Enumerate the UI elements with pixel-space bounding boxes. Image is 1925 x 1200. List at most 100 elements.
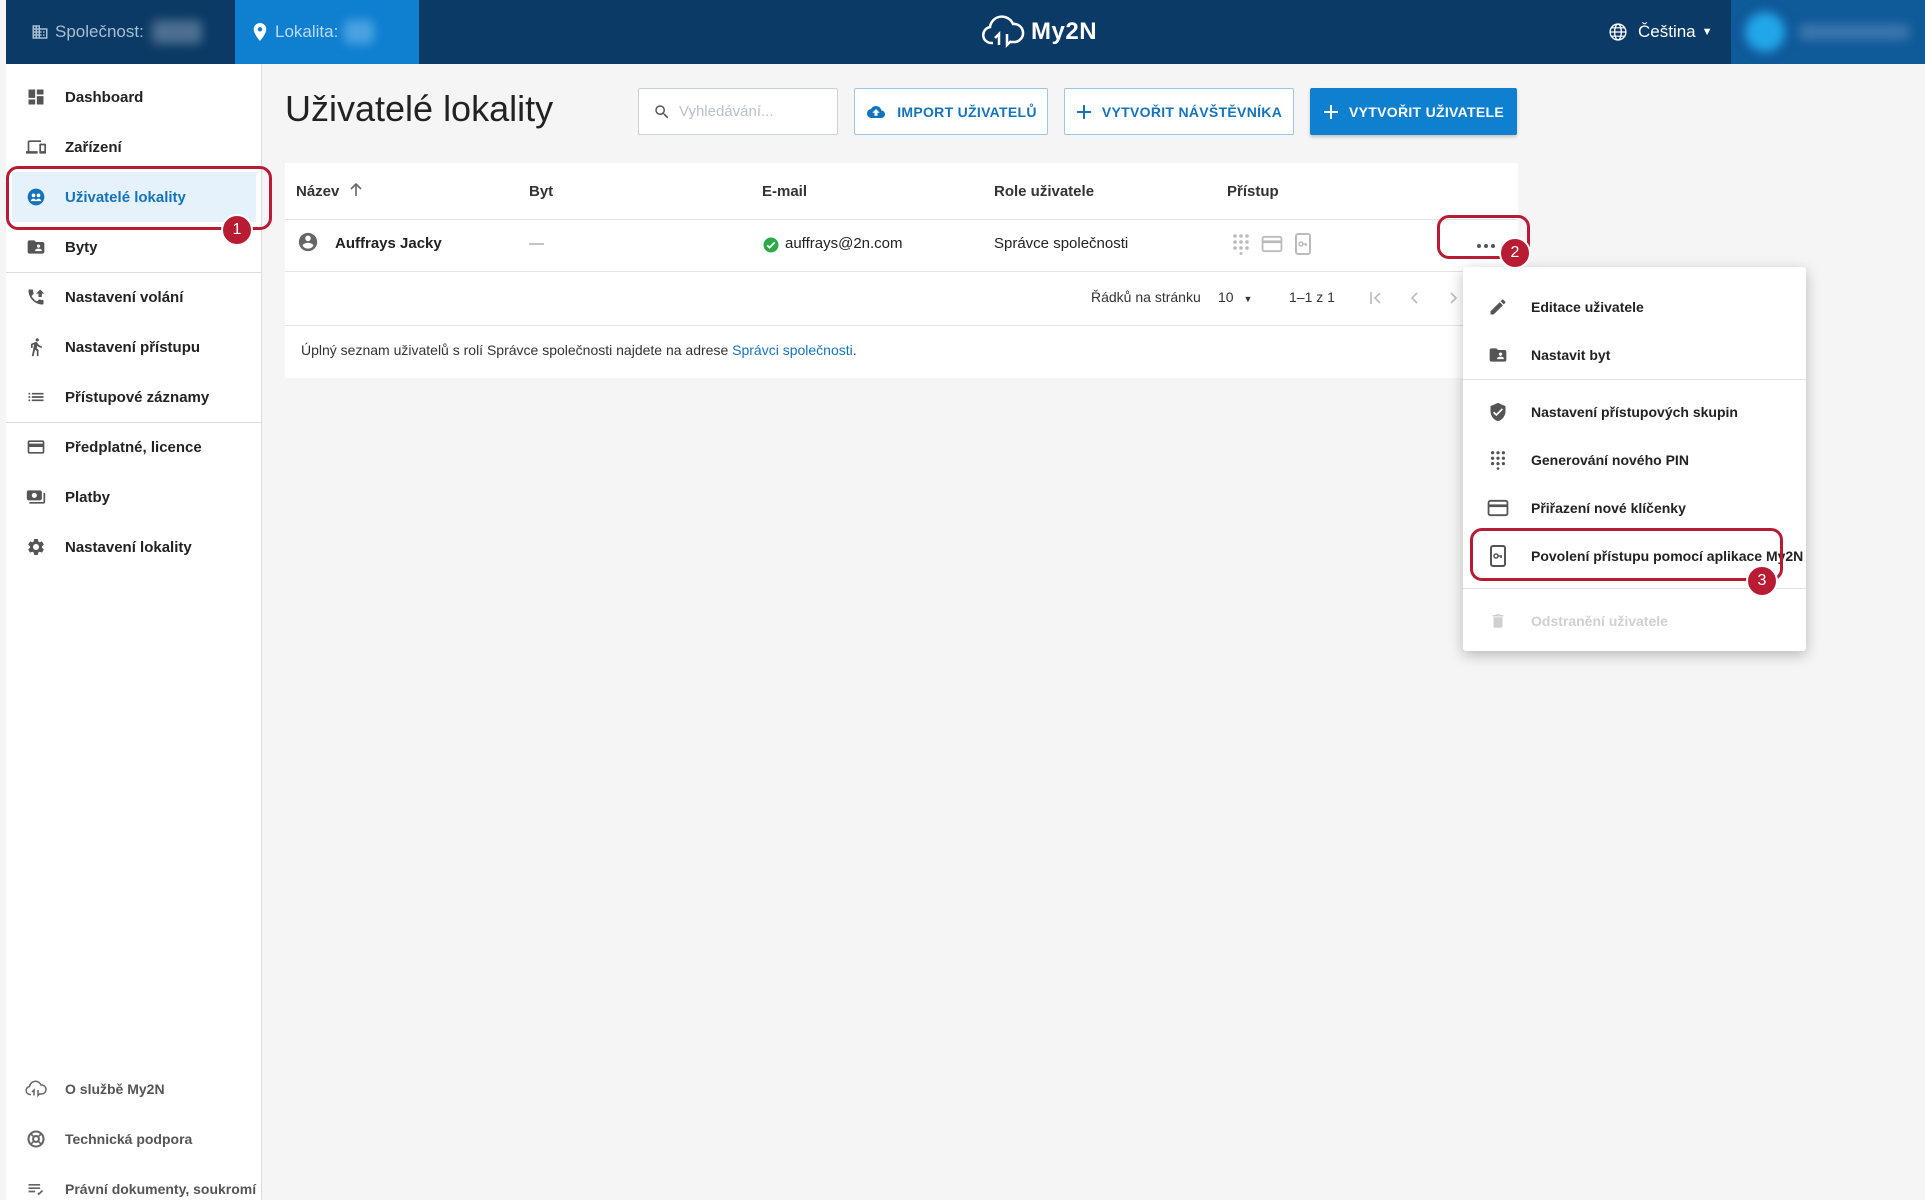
step-badge-1: 1 [221, 214, 253, 246]
company-selector[interactable]: Společnost: [6, 0, 235, 64]
sidebar-item-site-settings[interactable]: Nastavení lokality [6, 522, 262, 572]
call-settings-icon [25, 286, 47, 308]
sidebar-item-devices[interactable]: Zařízení [6, 122, 262, 172]
menu-item-edit-user[interactable]: Editace uživatele [1463, 283, 1806, 331]
column-header-name[interactable]: Název [296, 182, 362, 201]
search-icon [653, 103, 671, 121]
language-selector[interactable]: Čeština ▼ [1608, 0, 1713, 64]
sidebar-item-payments[interactable]: Platby [6, 472, 262, 522]
note-text: Úplný seznam uživatelů s rolí Správce sp… [301, 342, 733, 358]
card-icon [1487, 497, 1509, 519]
payments-icon [25, 486, 47, 508]
globe-icon [1608, 22, 1628, 42]
column-header-apartment[interactable]: Byt [529, 183, 553, 200]
menu-item-label: Odstranění uživatele [1531, 613, 1668, 629]
company-admins-link[interactable]: Správci společnosti [732, 342, 853, 358]
step-badge-2: 2 [1499, 237, 1531, 269]
menu-item-delete-user: Odstranění uživatele [1463, 597, 1806, 645]
create-visitor-label: VYTVOŘIT NÁVŠTĚVNÍKA [1101, 103, 1283, 120]
highlight-my2n-app-access [1470, 528, 1783, 581]
device-icon [25, 136, 47, 158]
access-log-icon [25, 386, 47, 408]
mobile-key-icon [1294, 233, 1312, 260]
user-avatar-icon [297, 231, 319, 258]
location-name-blurred [344, 20, 375, 44]
sidebar-item-about[interactable]: O službě My2N [6, 1064, 262, 1114]
pagination-range: 1–1 z 1 [1289, 289, 1335, 305]
sidebar-item-label: Technická podpora [65, 1131, 193, 1147]
sidebar-item-label: Předplatné, licence [65, 438, 202, 456]
users-table: Název Byt E-mail Role uživatele Přístup … [285, 163, 1518, 378]
sidebar-item-label: Nastavení lokality [65, 538, 192, 556]
column-header-access: Přístup [1227, 183, 1279, 200]
chevron-down-icon: ▼ [1701, 26, 1713, 38]
sidebar-item-label: Platby [65, 488, 111, 506]
gear-icon [25, 536, 47, 558]
sidebar-item-access-settings[interactable]: Nastavení přístupu [6, 322, 262, 372]
check-circle-icon [762, 236, 780, 259]
plus-icon [1323, 104, 1339, 120]
location-selector[interactable]: Lokalita: [235, 0, 419, 64]
note-end: . [852, 342, 857, 358]
sidebar-item-label: Nastavení volání [65, 288, 184, 306]
plus-icon [1076, 104, 1092, 120]
next-page-icon[interactable] [1445, 290, 1461, 311]
sidebar-item-support[interactable]: Technická podpora [6, 1114, 262, 1164]
divider [285, 325, 1518, 326]
rows-per-page-select[interactable]: 10 ▼ [1218, 289, 1252, 305]
previous-page-icon[interactable] [1407, 290, 1423, 311]
logo-text: My2N [1031, 18, 1098, 45]
subscription-icon [25, 436, 47, 458]
sidebar-item-access-log[interactable]: Přístupové záznamy [6, 372, 262, 422]
rows-per-page-label: Řádků na stránku [1091, 289, 1201, 305]
avatar [1745, 12, 1785, 52]
sidebar-item-subscription[interactable]: Předplatné, licence [6, 422, 262, 472]
search-box[interactable] [638, 88, 838, 135]
shield-icon [1487, 401, 1509, 423]
sidebar-item-dashboard[interactable]: Dashboard [6, 72, 262, 122]
menu-item-set-apartment[interactable]: Nastavit byt [1463, 331, 1806, 379]
sidebar-item-label: Nastavení přístupu [65, 338, 201, 356]
sort-arrow-up-icon [349, 182, 362, 201]
legal-icon [25, 1178, 47, 1200]
menu-item-assign-keyfob[interactable]: Přiřazení nové klíčenky [1463, 484, 1806, 532]
user-name[interactable]: Auffrays Jacky [335, 235, 442, 252]
page-title: Uživatelé lokality [285, 88, 554, 129]
search-input[interactable] [679, 103, 829, 120]
cloud-logo-icon [981, 15, 1025, 49]
create-user-label: VYTVOŘIT UŽIVATELE [1349, 103, 1504, 120]
sidebar-item-label: Dashboard [65, 88, 144, 106]
location-pin-icon [253, 23, 267, 41]
sidebar-item-call-settings[interactable]: Nastavení volání [6, 272, 262, 322]
column-header-email[interactable]: E-mail [762, 183, 807, 200]
sidebar-item-label: Byty [65, 238, 98, 256]
menu-item-access-groups[interactable]: Nastavení přístupových skupin [1463, 388, 1806, 436]
menu-item-generate-pin[interactable]: Generování nového PIN [1463, 436, 1806, 484]
keypad-icon [1487, 449, 1509, 471]
apartment-icon [25, 236, 47, 258]
divider [1463, 379, 1806, 380]
company-name-blurred [151, 20, 202, 44]
menu-item-label: Přiřazení nové klíčenky [1531, 500, 1686, 516]
pencil-icon [1487, 296, 1509, 318]
column-header-role[interactable]: Role uživatele [994, 183, 1094, 200]
sidebar-item-legal[interactable]: Právní dokumenty, soukromí [6, 1164, 262, 1200]
building-icon [31, 23, 49, 41]
my2n-logo[interactable]: My2N [981, 12, 1097, 52]
access-settings-icon [25, 336, 47, 358]
step-badge-3: 3 [1746, 565, 1778, 597]
create-visitor-button[interactable]: VYTVOŘIT NÁVŠTĚVNÍKA [1064, 88, 1294, 135]
chevron-down-icon: ▼ [1243, 294, 1253, 304]
import-users-button[interactable]: IMPORT UŽIVATELŮ [854, 88, 1048, 135]
cloud-icon [25, 1078, 47, 1100]
user-menu[interactable] [1731, 0, 1925, 64]
menu-item-label: Nastavit byt [1531, 347, 1611, 363]
first-page-icon[interactable] [1368, 290, 1384, 311]
divider [285, 219, 1518, 220]
sidebar-item-label: Přístupové záznamy [65, 388, 210, 406]
create-user-button[interactable]: VYTVOŘIT UŽIVATELE [1310, 88, 1517, 135]
rows-per-page-value: 10 [1218, 289, 1234, 305]
menu-item-label: Generování nového PIN [1531, 452, 1689, 468]
location-label: Lokalita: [275, 22, 339, 41]
top-bar: Společnost: Lokalita: My2N Čeština ▼ [6, 0, 1925, 64]
